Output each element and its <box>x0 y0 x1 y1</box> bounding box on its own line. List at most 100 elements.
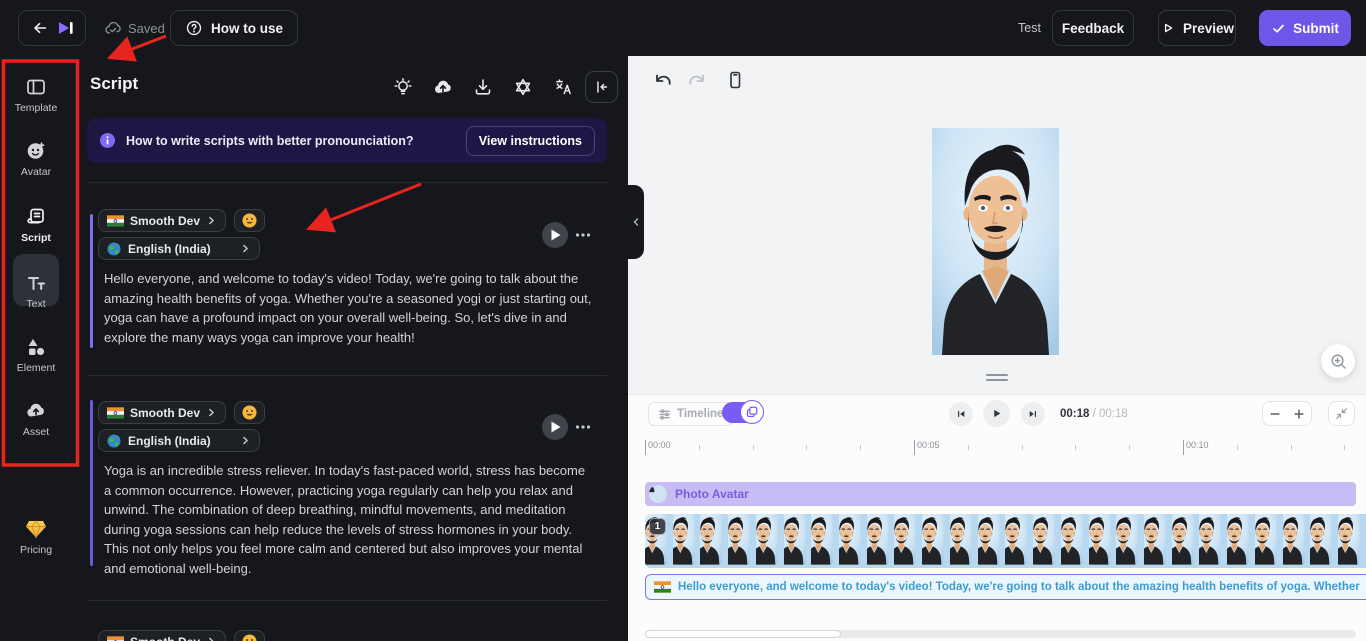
script-icon <box>25 206 47 228</box>
sidebar-item-asset[interactable]: Asset <box>0 400 72 438</box>
timeline-toggle-button[interactable]: Timeline <box>648 402 733 426</box>
collapse-timeline-button[interactable] <box>1328 401 1355 426</box>
template-icon <box>25 76 47 98</box>
language-selector-chip[interactable]: English (India) <box>98 237 260 260</box>
env-test-label: Test <box>1018 21 1041 35</box>
more-options-button[interactable] <box>575 421 591 433</box>
stage-drag-handle[interactable] <box>986 374 1008 381</box>
ruler-tick <box>1075 445 1076 450</box>
avatar-thumbnail <box>649 485 667 503</box>
magnifier-plus-icon <box>1329 352 1348 371</box>
timeline-ruler[interactable]: 00:0000:0500:10 <box>645 439 1356 457</box>
cloud-upload-icon[interactable] <box>433 77 453 97</box>
sidebar-item-pricing[interactable]: Pricing <box>0 518 72 556</box>
feedback-button[interactable]: Feedback <box>1052 10 1134 46</box>
filmstrip-frame <box>1338 514 1366 568</box>
play-outline-icon <box>1160 20 1176 36</box>
submit-button[interactable]: Submit <box>1259 10 1351 46</box>
panel-title: Script <box>90 74 138 94</box>
undo-button[interactable] <box>652 70 674 92</box>
video-clip-track[interactable]: 1 <box>645 514 1366 568</box>
emoji-insert-button[interactable] <box>234 630 265 641</box>
banner-text: How to write scripts with better pronoun… <box>126 134 456 148</box>
skip-back-icon <box>955 408 967 420</box>
sidebar-item-template[interactable]: Template <box>0 76 72 114</box>
language-selector-chip[interactable]: English (India) <box>98 429 260 452</box>
topbar: Saved How to use Test Feedback Preview S… <box>0 0 1366 56</box>
skip-back-button[interactable] <box>949 402 973 426</box>
script-text[interactable]: Yoga is an incredible stress reliever. I… <box>104 461 594 578</box>
emoji-insert-button[interactable] <box>234 401 265 424</box>
photo-avatar-track[interactable]: Photo Avatar <box>645 482 1356 506</box>
chevron-right-icon <box>240 435 251 446</box>
preview-button[interactable]: Preview <box>1158 10 1236 46</box>
timeline-scrollbar[interactable] <box>645 630 1356 638</box>
plus-icon <box>1293 408 1305 420</box>
idea-bulb-icon[interactable] <box>393 77 413 97</box>
collapse-script-panel-tab[interactable] <box>628 185 644 259</box>
playback-time: 00:18 / 00:18 <box>1060 408 1128 420</box>
filmstrip-frame <box>922 514 950 568</box>
chatgpt-icon[interactable] <box>513 77 533 97</box>
canvas-zoom-button[interactable] <box>1321 344 1355 378</box>
sidebar-item-label: Template <box>15 102 58 114</box>
voice-selector-chip[interactable]: Smooth Dev <box>98 630 226 641</box>
script-panel: Script How to write scripts with better … <box>72 56 628 641</box>
india-flag-icon <box>654 581 671 593</box>
sidebar-item-script[interactable]: Script <box>0 206 72 244</box>
emoji-insert-button[interactable] <box>234 209 265 232</box>
skip-forward-button[interactable] <box>1021 402 1045 426</box>
back-button[interactable] <box>18 10 86 46</box>
voice-selector-chip[interactable]: Smooth Dev <box>98 401 226 424</box>
play-script-button[interactable] <box>542 414 568 440</box>
subtitle-track[interactable]: Hello everyone, and welcome to today's v… <box>645 574 1366 600</box>
avatar-on-canvas[interactable] <box>932 128 1059 355</box>
scrollbar-thumb[interactable] <box>645 630 841 638</box>
sidebar-item-text[interactable]: Text <box>0 272 72 310</box>
filmstrip-frame <box>1255 514 1283 568</box>
chevron-right-icon <box>206 215 217 226</box>
redo-button[interactable] <box>686 70 708 92</box>
pricing-gem-icon <box>24 518 48 540</box>
total-duration: / 00:18 <box>1093 408 1128 420</box>
play-icon <box>990 407 1003 420</box>
toggle-knob <box>740 400 764 424</box>
orientation-phone-button[interactable] <box>724 69 746 91</box>
divider <box>87 600 607 601</box>
asset-cloud-icon <box>25 400 47 422</box>
save-status-label: Saved <box>128 21 165 36</box>
voice-selector-chip[interactable]: Smooth Dev <box>98 209 226 232</box>
filmstrip-frame <box>950 514 978 568</box>
translate-icon[interactable] <box>553 77 573 97</box>
sidebar-item-element[interactable]: Element <box>0 336 72 374</box>
shapes-icon <box>25 336 47 358</box>
filmstrip-frame <box>1033 514 1061 568</box>
india-flag-icon <box>107 215 124 227</box>
collapse-panel-button[interactable] <box>585 71 618 103</box>
script-block-accent <box>90 214 93 348</box>
play-pause-button[interactable] <box>983 400 1010 427</box>
play-script-button[interactable] <box>542 222 568 248</box>
sidebar-item-avatar[interactable]: Avatar <box>0 140 72 178</box>
feedback-label: Feedback <box>1062 21 1124 36</box>
skip-forward-icon <box>1027 408 1039 420</box>
layers-toggle-switch[interactable] <box>722 402 762 423</box>
download-icon[interactable] <box>473 77 493 97</box>
play-icon <box>550 421 561 433</box>
sliders-icon <box>658 408 671 421</box>
globe-icon <box>107 434 121 448</box>
filmstrip-frame <box>978 514 1006 568</box>
script-text[interactable]: Hello everyone, and welcome to today's v… <box>104 269 594 347</box>
zoom-in-button[interactable] <box>1287 402 1311 425</box>
more-options-button[interactable] <box>575 229 591 241</box>
india-flag-icon <box>107 407 124 419</box>
ruler-tick <box>1237 445 1238 450</box>
zoom-out-button[interactable] <box>1263 402 1287 425</box>
how-to-use-button[interactable]: How to use <box>170 10 298 46</box>
ruler-label: 00:05 <box>917 440 940 450</box>
ruler-tick <box>1344 445 1345 450</box>
language-name: English (India) <box>128 434 211 448</box>
ruler-label: 00:10 <box>1186 440 1209 450</box>
filmstrip-frame <box>756 514 784 568</box>
view-instructions-button[interactable]: View instructions <box>466 126 595 156</box>
